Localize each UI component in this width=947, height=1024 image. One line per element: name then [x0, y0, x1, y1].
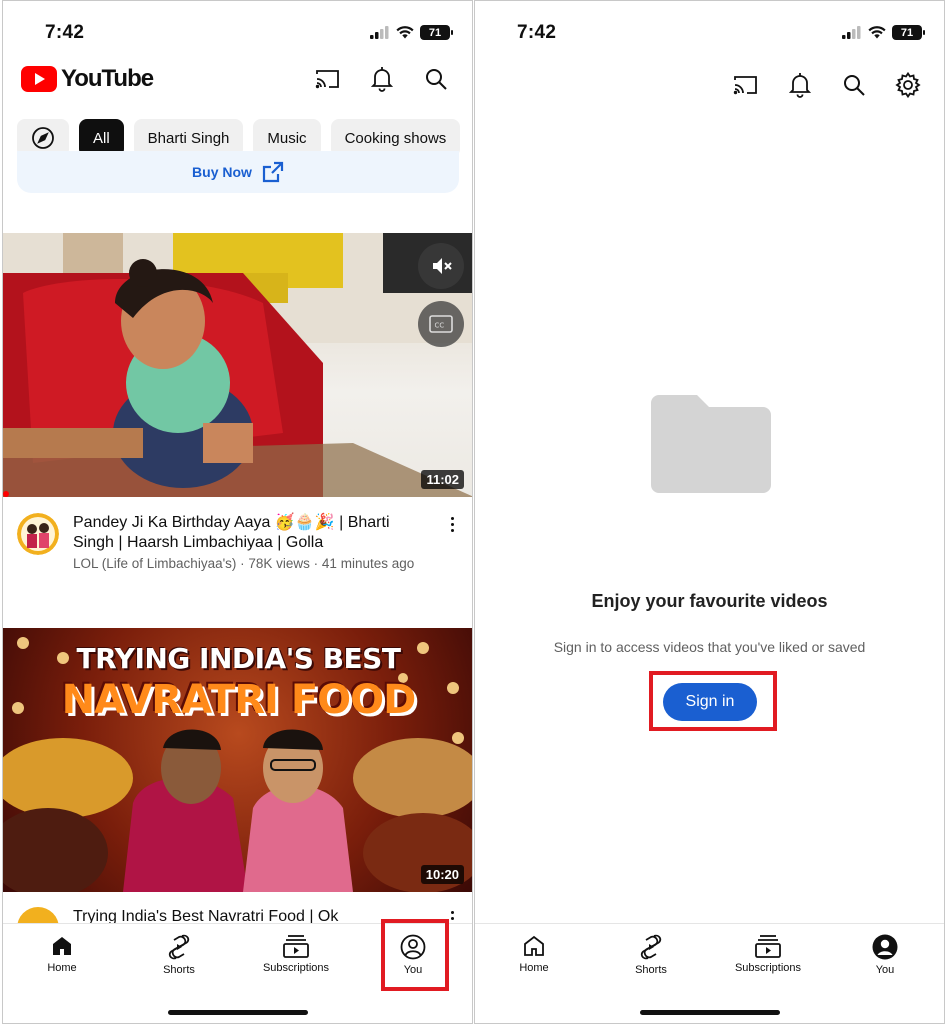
- wifi-icon: [868, 26, 886, 39]
- thumbnail-line-2: NAVRATRI FOOD: [61, 677, 417, 723]
- video-duration: 11:02: [421, 470, 464, 489]
- speaker-muted-icon: [433, 258, 452, 274]
- nav-home[interactable]: Home: [12, 934, 112, 974]
- wifi-icon: [396, 26, 414, 39]
- you-screen: 7:42 71 Enjoy your favourite videos Sign…: [474, 0, 945, 1024]
- video-menu-button[interactable]: [446, 513, 458, 573]
- promo-buy-now[interactable]: Buy Now: [17, 151, 459, 193]
- shorts-icon: [640, 934, 662, 960]
- bottom-navigation: Home Shorts Subscriptions You: [475, 923, 944, 1023]
- shorts-icon: [168, 934, 190, 960]
- empty-state-subtitle: Sign in to access videos that you've lik…: [553, 639, 866, 655]
- thumbnail-scene: [3, 233, 472, 497]
- highlight-sign-in: [649, 671, 777, 731]
- buy-now-label: Buy Now: [192, 164, 252, 180]
- highlight-you-tab: [381, 919, 449, 991]
- folder-icon: [651, 395, 771, 493]
- search-icon: [844, 75, 865, 96]
- bell-icon: [789, 73, 811, 98]
- home-screen: 7:42 71 YouTube All Bharti Singh Music C…: [2, 0, 473, 1024]
- settings-button[interactable]: [894, 71, 922, 99]
- empty-state-title: Enjoy your favourite videos: [591, 591, 828, 611]
- closed-captions-icon: CC: [429, 315, 453, 333]
- cellular-signal-icon: [842, 26, 861, 39]
- cast-icon: [733, 76, 757, 95]
- home-indicator: [639, 1010, 780, 1015]
- cast-icon: [315, 70, 339, 89]
- cast-button[interactable]: [314, 65, 342, 93]
- top-actions: [732, 71, 922, 99]
- video-info[interactable]: Pandey Ji Ka Birthday Aaya 🥳🧁🎉 | Bharti …: [17, 513, 458, 573]
- status-icons: 71: [370, 25, 453, 40]
- nav-home-label: Home: [519, 962, 549, 974]
- home-indicator: [167, 1010, 308, 1015]
- youtube-play-logo-icon: [21, 66, 57, 92]
- battery-icon: 71: [892, 25, 925, 40]
- thumbnail-headline: TRYING INDIA'S BEST NAVRATRI FOOD: [3, 642, 472, 723]
- status-time: 7:42: [45, 22, 85, 43]
- bell-icon: [371, 67, 393, 92]
- svg-text:CC: CC: [435, 322, 445, 330]
- nav-subscriptions[interactable]: Subscriptions: [718, 934, 818, 974]
- thumbnail-line-1: TRYING INDIA'S BEST: [76, 642, 401, 675]
- home-icon: [53, 937, 71, 955]
- video-title[interactable]: Pandey Ji Ka Birthday Aaya 🥳🧁🎉 | Bharti …: [73, 513, 432, 553]
- captions-button[interactable]: CC: [418, 301, 464, 347]
- nav-shorts-label: Shorts: [163, 964, 195, 976]
- mute-button[interactable]: [418, 243, 464, 289]
- battery-icon: 71: [420, 25, 453, 40]
- subscriptions-icon: [755, 935, 781, 958]
- channel-avatar[interactable]: [17, 513, 59, 555]
- video-text: Pandey Ji Ka Birthday Aaya 🥳🧁🎉 | Bharti …: [73, 513, 432, 573]
- status-bar: 7:42 71: [475, 1, 944, 63]
- top-actions: [314, 65, 450, 93]
- status-bar: 7:42 71: [3, 1, 472, 63]
- gear-icon: [895, 72, 921, 98]
- subscriptions-icon: [283, 935, 309, 958]
- account-circle-filled-icon: [872, 934, 898, 960]
- nav-shorts-label: Shorts: [635, 964, 667, 976]
- video-thumbnail[interactable]: TRYING INDIA'S BEST NAVRATRI FOOD 10:20: [3, 628, 472, 892]
- external-link-icon: [262, 161, 284, 183]
- search-button[interactable]: [840, 71, 868, 99]
- nav-subscriptions-label: Subscriptions: [734, 962, 802, 974]
- nav-you-label: You: [875, 964, 895, 976]
- notifications-button[interactable]: [786, 71, 814, 99]
- logo-wordmark: YouTube: [61, 65, 154, 92]
- nav-subscriptions[interactable]: Subscriptions: [246, 934, 346, 974]
- search-icon: [426, 69, 447, 90]
- cellular-signal-icon: [370, 26, 389, 39]
- home-outline-icon: [524, 935, 544, 956]
- status-time: 7:42: [517, 22, 557, 43]
- youtube-logo[interactable]: YouTube: [21, 65, 154, 93]
- nav-shorts[interactable]: Shorts: [601, 934, 701, 976]
- video-meta: LOL (Life of Limbachiyaa's) · 78K views …: [73, 556, 415, 571]
- nav-you[interactable]: You: [835, 934, 935, 976]
- status-icons: 71: [842, 25, 925, 40]
- notifications-button[interactable]: [368, 65, 396, 93]
- nav-home[interactable]: Home: [484, 934, 584, 974]
- playback-progress: [3, 491, 9, 497]
- compass-icon: [32, 127, 54, 149]
- cast-button[interactable]: [732, 71, 760, 99]
- nav-home-label: Home: [47, 962, 77, 974]
- nav-subscriptions-label: Subscriptions: [262, 962, 330, 974]
- video-thumbnail[interactable]: CC 11:02: [3, 233, 472, 497]
- search-button[interactable]: [422, 65, 450, 93]
- video-duration: 10:20: [420, 865, 464, 884]
- nav-shorts[interactable]: Shorts: [129, 934, 229, 976]
